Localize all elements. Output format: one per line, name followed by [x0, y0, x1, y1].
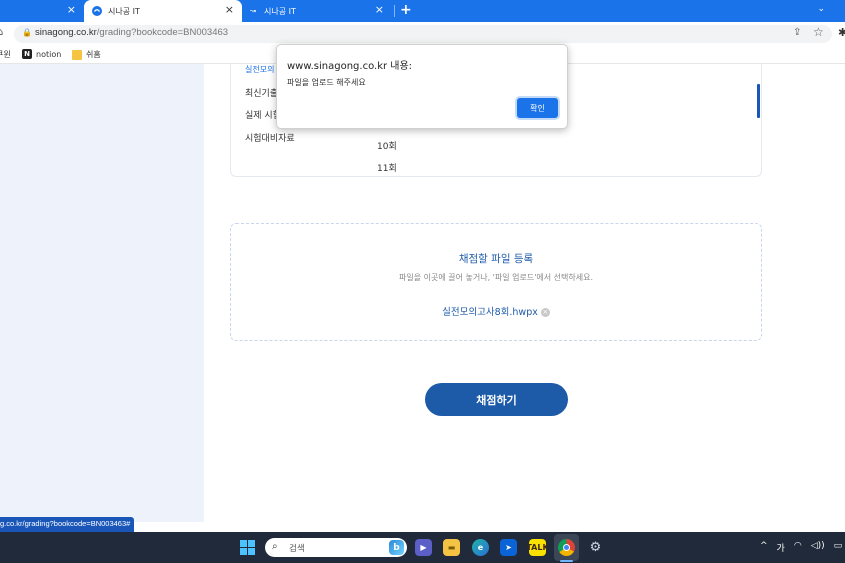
active-app-indicator [560, 560, 573, 562]
sinagong-favicon-icon [92, 6, 102, 16]
ime-indicator[interactable]: 가 [777, 541, 785, 554]
share-icon[interactable]: ⇪ [793, 27, 801, 38]
bookmark-label: 쉬홈 [86, 50, 101, 59]
edge-icon[interactable]: e [472, 539, 489, 556]
dialog-message: 파일을 업로드 해주세요 [287, 78, 366, 87]
tab-sinagong[interactable]: ↝ 시나공 IT × [242, 0, 392, 22]
upload-description: 파일을 이곳에 끌어 놓거나, '파일 업로드'에서 선택하세요. [398, 273, 594, 282]
file-explorer-icon[interactable]: ▬ [443, 539, 460, 556]
file-drop-zone[interactable]: 채점할 파일 등록 파일을 이곳에 끌어 놓거나, '파일 업로드'에서 선택하… [230, 223, 762, 341]
taskbar-search-label: 검색 [289, 544, 305, 554]
file-name[interactable]: 실전모의고사8회.hwpx [442, 307, 538, 318]
new-tab-button[interactable]: + [400, 2, 412, 18]
dialog-ok-button[interactable]: 확인 [517, 98, 558, 118]
bookmark-label: 쿠윈 [0, 50, 11, 59]
tray-chevron-icon[interactable]: ^ [760, 541, 768, 554]
volume-icon[interactable]: ◁)) [811, 541, 825, 554]
left-panel [0, 64, 204, 522]
status-bar-url: g.co.kr/grading?bookcode=BN003463# [0, 517, 135, 532]
search-icon: ⌕ [272, 541, 278, 552]
app-arrow-icon[interactable]: ➤ [500, 539, 517, 556]
category-item[interactable]: 최신기출 [245, 86, 278, 99]
category-item[interactable]: 실전모의 [245, 64, 274, 75]
notion-icon: N [22, 49, 32, 59]
bookmark-star-icon[interactable]: ☆ [813, 25, 824, 39]
bing-icon[interactable]: b [389, 540, 404, 555]
category-item[interactable]: 시험대비자료 [245, 131, 295, 144]
subitem[interactable]: 10회 [377, 139, 397, 152]
url-text[interactable]: sinagong.co.kr/grading?bookcode=BN003463 [35, 27, 228, 38]
chrome-center-icon [563, 544, 570, 551]
bookmark-label: notion [36, 49, 62, 59]
tab-close-icon[interactable]: × [225, 4, 234, 16]
battery-icon[interactable]: ▭ [834, 541, 843, 554]
tab-close-icon[interactable]: × [67, 4, 76, 16]
tab-previous[interactable]: × [0, 0, 84, 22]
lock-icon[interactable]: 🔒 [22, 28, 32, 37]
grade-button[interactable]: 채점하기 [425, 383, 568, 416]
tab-label: 시나공 IT [264, 6, 296, 16]
remove-file-icon[interactable]: × [540, 308, 550, 317]
folder-icon [72, 49, 82, 60]
scrollbar-thumb[interactable] [757, 84, 760, 118]
settings-gear-icon[interactable]: ⚙ [587, 539, 604, 556]
subitem[interactable]: 11회 [377, 161, 397, 174]
upload-title: 채점할 파일 등록 [458, 253, 534, 265]
loading-favicon-icon: ↝ [250, 7, 256, 15]
tab-separator [394, 5, 395, 17]
bookmark-folder[interactable]: 쉬홈 [72, 49, 101, 60]
tab-strip: × 시나공 IT × ↝ 시나공 IT × + ⌄ [0, 0, 845, 22]
uploaded-file: 실전모의고사8회.hwpx × [231, 304, 761, 318]
taskbar-search-box[interactable] [265, 538, 407, 557]
tab-search-chevron-icon[interactable]: ⌄ [817, 4, 825, 14]
kakaotalk-icon[interactable]: TALK [526, 539, 549, 556]
extensions-icon[interactable]: ✱ [838, 26, 845, 39]
meet-app-icon[interactable]: ▶ [415, 539, 432, 556]
url-host: sinagong.co.kr [35, 27, 97, 38]
tab-close-icon[interactable]: × [375, 4, 384, 16]
wifi-icon[interactable]: ◠ [794, 541, 802, 554]
taskbar: ⌕ 검색 b ▶ ▬ e ➤ TALK ⚙ ^ 가 ◠ ◁)) ▭ [0, 532, 845, 563]
page-content: 실전모의 최신기출 실제 시험 시험대비자료 10회 11회 채점할 파일 등록… [0, 64, 845, 532]
home-icon[interactable]: ⌂ [0, 27, 3, 38]
tab-label: 시나공 IT [108, 6, 140, 16]
alert-dialog: www.sinagong.co.kr 내용: 파일을 업로드 해주세요 확인 [276, 44, 568, 129]
system-tray: ^ 가 ◠ ◁)) ▭ [760, 541, 842, 554]
bookmark-item[interactable]: 쿠윈 [0, 49, 11, 60]
windows-start-icon[interactable] [240, 540, 255, 555]
dialog-title: www.sinagong.co.kr 내용: [287, 61, 413, 72]
url-path: /grading?bookcode=BN003463 [96, 27, 229, 38]
tab-sinagong-active[interactable]: 시나공 IT × [84, 0, 242, 22]
bookmark-notion[interactable]: N notion [22, 49, 61, 59]
